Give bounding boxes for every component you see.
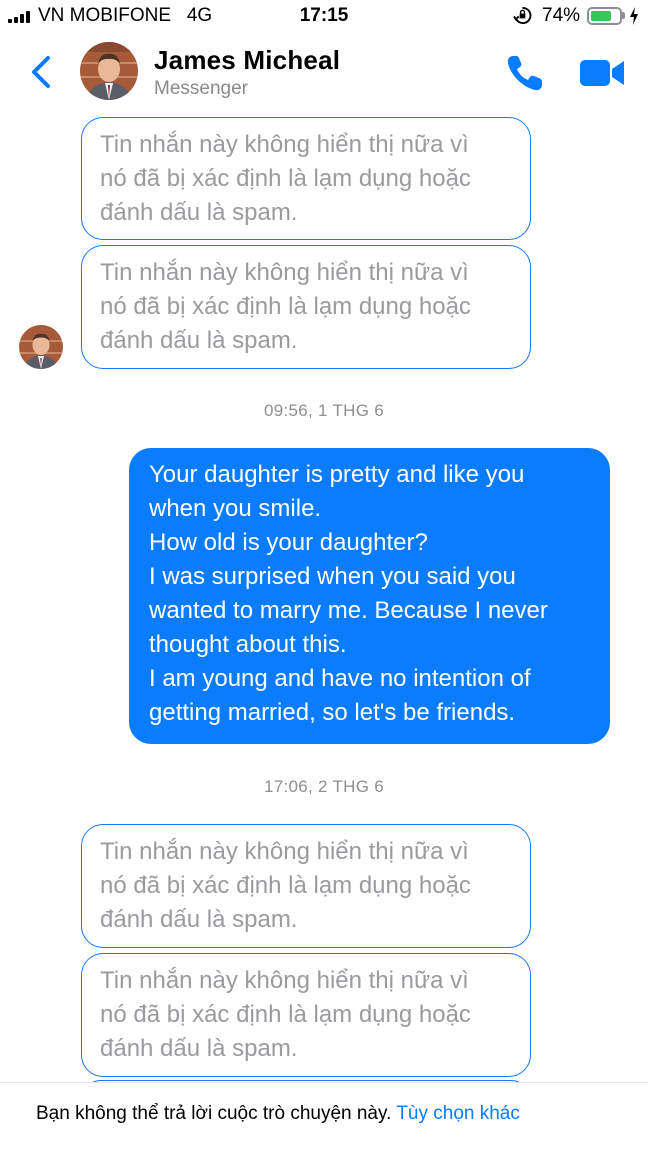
sent-message-bubble[interactable]: Your daughter is pretty and like you whe… <box>129 448 610 744</box>
battery-percent: 74% <box>542 5 581 26</box>
reply-disabled-bar: Bạn không thể trả lời cuộc trò chuyện nà… <box>0 1082 648 1152</box>
removed-message-text: đánh dấu là spam. <box>100 199 298 226</box>
removed-message-bubble[interactable]: Tin nhắn này không hiển thị nữa vì nó đã… <box>81 117 531 240</box>
removed-message-bubble[interactable]: Tin nhắn này không hiển thị nữa vì nó đã… <box>81 953 531 1077</box>
removed-message-bubble[interactable]: Tin nhắn này không hiển thị nữa vì nó đã… <box>81 245 531 369</box>
removed-message-text: Tin nhắn này không hiển thị nữa vì <box>100 967 469 994</box>
contact-avatar[interactable] <box>80 42 138 100</box>
removed-message-text: đánh dấu là spam. <box>100 906 298 933</box>
sent-message-line: How old is your daughter? <box>149 529 428 556</box>
removed-message-bubble[interactable]: Tin nhắn này không hiển thị nữa vì nó đã… <box>81 824 531 948</box>
more-options-link[interactable]: Tùy chọn khác <box>396 1103 520 1124</box>
removed-message-text: Tin nhắn này không hiển thị nữa vì <box>100 838 469 865</box>
removed-message-text: nó đã bị xác định là lạm dụng hoặc <box>100 1001 471 1028</box>
removed-message-text: nó đã bị xác định là lạm dụng hoặc <box>100 165 471 192</box>
sent-message-line: I am young and have no intention of <box>149 665 531 692</box>
conversation-header: James Micheal Messenger <box>0 34 648 114</box>
video-camera-icon[interactable] <box>578 56 626 90</box>
removed-message-text: đánh dấu là spam. <box>100 327 298 354</box>
sent-message-line: Your daughter is pretty and like you <box>149 461 525 488</box>
sent-message-line: I was surprised when you said you <box>149 563 516 590</box>
message-timestamp: 17:06, 2 THG 6 <box>263 777 385 796</box>
sender-avatar[interactable] <box>19 325 63 369</box>
removed-message-text: nó đã bị xác định là lạm dụng hoặc <box>100 293 471 320</box>
removed-message-text: Tin nhắn này không hiển thị nữa vì <box>100 131 469 158</box>
message-list[interactable]: Tin nhắn này không hiển thị nữa vì nó đã… <box>0 114 648 1082</box>
removed-message-text: nó đã bị xác định là lạm dụng hoặc <box>100 872 471 899</box>
battery-icon <box>587 7 622 25</box>
orientation-lock-icon <box>513 6 532 25</box>
message-timestamp: 09:56, 1 THG 6 <box>263 401 385 420</box>
charging-bolt-icon <box>630 7 638 25</box>
reply-disabled-text: Bạn không thể trả lời cuộc trò chuyện nà… <box>36 1103 392 1124</box>
battery-fill <box>591 11 611 21</box>
contact-subtitle: Messenger <box>154 78 248 99</box>
status-bar: VN MOBIFONE 4G 17:15 74% <box>0 0 648 34</box>
battery-cap <box>622 12 625 19</box>
sent-message-line: wanted to marry me. Because I never <box>149 597 548 624</box>
contact-name[interactable]: James Micheal <box>154 45 340 76</box>
back-chevron-icon[interactable] <box>24 50 60 94</box>
sent-message-line: when you smile. <box>149 495 322 522</box>
removed-message-text: Tin nhắn này không hiển thị nữa vì <box>100 259 469 286</box>
sent-message-line: thought about this. <box>149 631 347 658</box>
sent-message-line: getting married, so let's be friends. <box>149 699 516 726</box>
reply-disabled-notice: Bạn không thể trả lời cuộc trò chuyện nà… <box>36 1103 520 1125</box>
removed-message-text: đánh dấu là spam. <box>100 1035 298 1062</box>
phone-icon[interactable] <box>504 52 546 94</box>
